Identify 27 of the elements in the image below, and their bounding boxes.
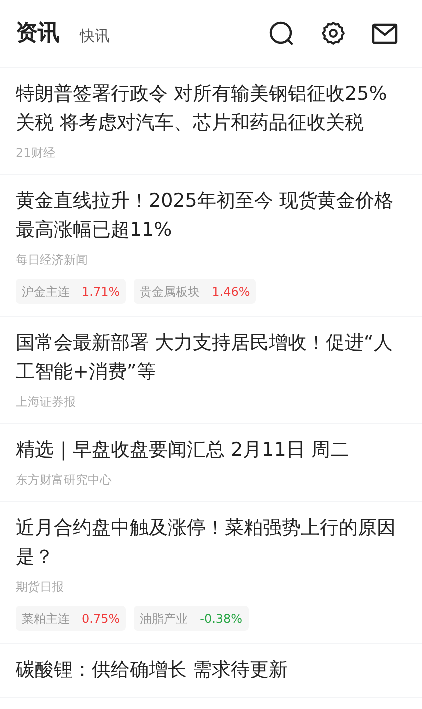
- tab[interactable]: 快讯: [80, 28, 110, 44]
- tab[interactable]: 资讯: [16, 22, 60, 44]
- stock-name: 沪金主连: [22, 284, 70, 300]
- settings-icon[interactable]: [321, 21, 346, 46]
- article-title[interactable]: 黄金直线拉升！2025年初至今 现货黄金价格最高涨幅已超11%: [16, 187, 406, 245]
- stock-name: 贵金属板块: [140, 284, 200, 300]
- stock-change: 0.75%: [82, 610, 120, 628]
- mail-icon[interactable]: [372, 22, 398, 44]
- stock-name: 油脂产业: [140, 610, 188, 628]
- search-icon[interactable]: [269, 20, 295, 46]
- stock-tag[interactable]: 菜粕主连 0.75%: [16, 606, 126, 631]
- article-title[interactable]: 精选｜早盘收盘要闻汇总 2月11日 周二: [16, 436, 406, 465]
- article-title[interactable]: 碳酸锂：供给确增长 需求待更新: [16, 656, 406, 685]
- stock-change: 1.71%: [82, 284, 120, 300]
- article-title[interactable]: 特朗普签署行政令 对所有输美钢铝征收25%关税 将考虑对汽车、芯片和药品征收关税: [16, 80, 406, 138]
- article-source: 21财经: [16, 145, 56, 162]
- article-source: 东方财富研究中心: [16, 472, 113, 489]
- stock-tag[interactable]: 贵金属板块 1.46%: [134, 279, 256, 304]
- stock-change: -0.38%: [200, 610, 243, 628]
- article-source: 期货日报: [16, 579, 65, 596]
- article-title[interactable]: 近月合约盘中触及涨停！菜粕强势上行的原因是？: [16, 514, 406, 572]
- article-source: 每日经济新闻: [16, 252, 89, 269]
- stock-change: 1.46%: [212, 284, 250, 300]
- stock-tag[interactable]: 沪金主连 1.71%: [16, 279, 126, 304]
- article-source: 上海证券报: [16, 394, 77, 411]
- stock-name: 菜粕主连: [22, 610, 70, 628]
- article-title[interactable]: 国常会最新部署 大力支持居民增收！促进“人工智能+消费”等: [16, 329, 406, 387]
